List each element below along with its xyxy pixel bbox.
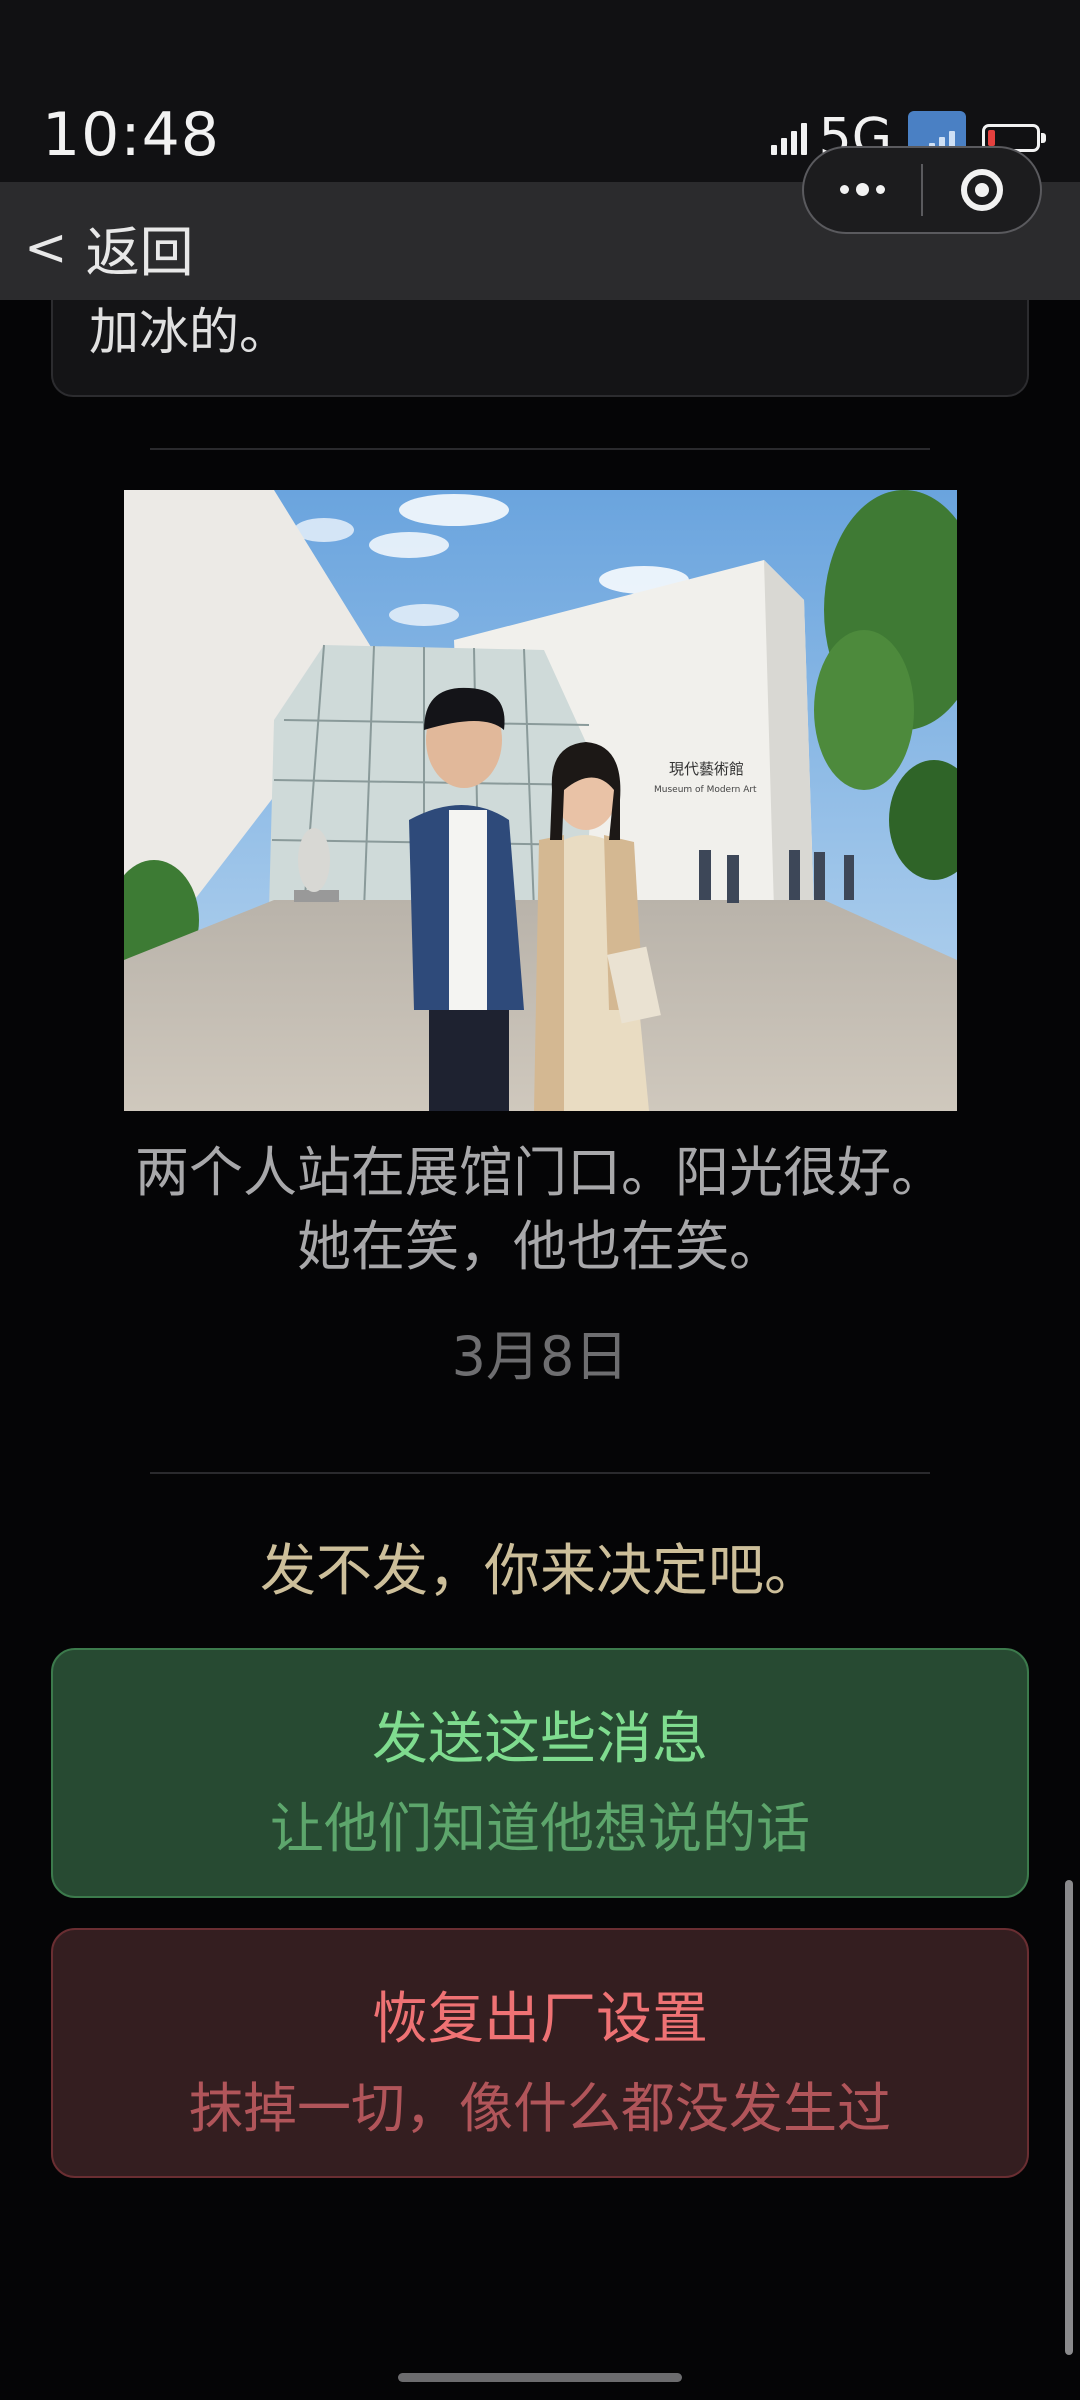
photo-caption-line2: 她在笑，他也在笑。 [297,1215,783,1278]
photo-date: 3月8日 [451,1325,629,1388]
send-messages-button[interactable]: 发送这些消息 让他们知道他想说的话 [51,1648,1029,1898]
museum-sign-cn: 現代藝術館 [669,760,744,778]
back-button[interactable]: < 返回 [24,208,194,287]
message-text: 加冰的。 [89,303,289,361]
divider-bottom [150,1472,930,1474]
miniprogram-capsule [802,146,1042,234]
more-button[interactable] [804,148,921,232]
back-label: 返回 [85,221,194,284]
museum-photo-illustration: 現代藝術館 Museum of Modern Art [124,490,957,1111]
museum-photo[interactable]: 現代藝術館 Museum of Modern Art [124,490,957,1111]
factory-reset-subtitle: 抹掉一切，像什么都没发生过 [189,2077,891,2140]
cellular-signal-icon [770,121,807,155]
battery-level [988,130,995,146]
divider-top [150,448,930,450]
chevron-left-icon: < [24,217,68,278]
photo-caption-line1: 两个人站在展馆门口。阳光很好。 [135,1141,945,1204]
status-time: 10:48 [42,100,220,170]
home-indicator[interactable] [398,2373,682,2382]
send-messages-subtitle: 让他们知道他想说的话 [270,1797,810,1860]
scrollbar[interactable] [1065,1880,1073,2355]
museum-sign-en: Museum of Modern Art [654,785,757,795]
factory-reset-button[interactable]: 恢复出厂设置 抹掉一切，像什么都没发生过 [51,1928,1029,2178]
decision-prompt: 发不发，你来决定吧。 [260,1539,820,1604]
factory-reset-title: 恢复出厂设置 [372,1987,708,2052]
close-button[interactable] [923,148,1040,232]
send-messages-title: 发送这些消息 [372,1707,708,1772]
more-dots-icon [840,182,885,196]
close-target-icon [960,169,1003,211]
